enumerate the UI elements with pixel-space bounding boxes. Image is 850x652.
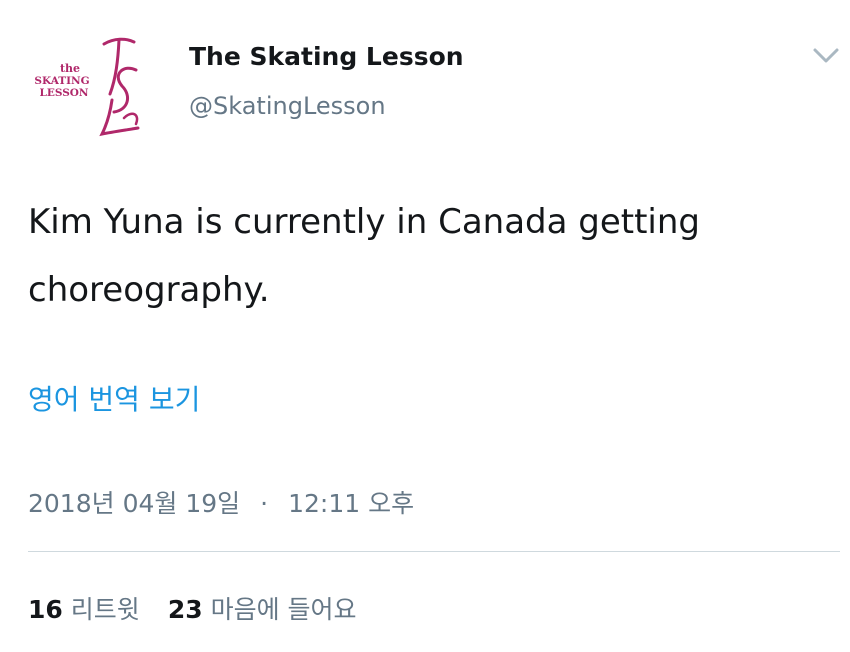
retweets-stat[interactable]: 16 리트윗 bbox=[28, 595, 140, 624]
tweet-timestamp[interactable]: 2018년 04월 19일 · 12:11 오후 bbox=[28, 484, 414, 520]
timestamp-separator: · bbox=[260, 489, 269, 518]
skating-lesson-logo-icon: the SKATING LESSON bbox=[34, 37, 140, 137]
likes-stat[interactable]: 23 마음에 들어요 bbox=[168, 595, 357, 624]
logo-text-skating: SKATING bbox=[34, 75, 89, 87]
tweet-text: Kim Yuna is currently in Canada getting … bbox=[28, 202, 700, 310]
likes-label: 마음에 들어요 bbox=[210, 595, 357, 624]
avatar[interactable]: the SKATING LESSON bbox=[26, 34, 148, 138]
logo-text-the: the bbox=[60, 62, 80, 75]
tweet-date: 2018년 04월 19일 bbox=[28, 489, 241, 518]
logo-text-lesson: LESSON bbox=[39, 87, 88, 99]
likes-count: 23 bbox=[167, 595, 203, 624]
retweets-label: 리트윗 bbox=[70, 595, 140, 624]
translate-tweet-link[interactable]: 영어 번역 보기 bbox=[28, 378, 200, 418]
retweets-count: 16 bbox=[28, 595, 63, 624]
tweet-card: the SKATING LESSON The Skating Lesson @S… bbox=[0, 0, 850, 652]
chevron-down-icon bbox=[813, 48, 839, 63]
display-name[interactable]: The Skating Lesson bbox=[189, 42, 464, 71]
tweet-menu-button[interactable] bbox=[812, 44, 840, 66]
tweet-stats: 16 리트윗 23 마음에 들어요 bbox=[28, 590, 357, 626]
user-handle[interactable]: @SkatingLesson bbox=[189, 92, 386, 120]
tweet-time: 12:11 오후 bbox=[288, 489, 415, 518]
stats-divider bbox=[28, 551, 840, 552]
